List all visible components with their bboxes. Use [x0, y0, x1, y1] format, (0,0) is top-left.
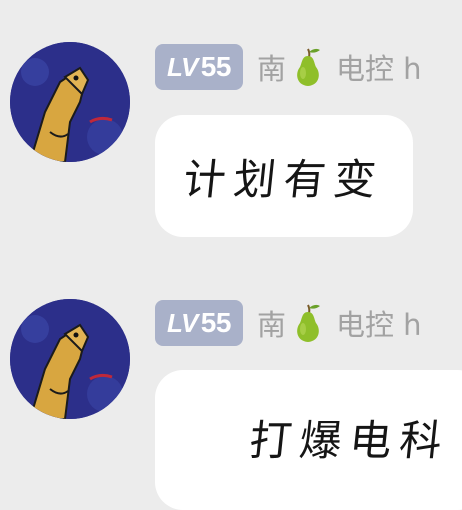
nickname-part-before: 南	[256, 308, 286, 342]
avatar[interactable]	[10, 299, 130, 419]
nickname-part-after: 电控 h	[335, 52, 422, 86]
pear-icon	[290, 301, 326, 345]
message-bubble[interactable]: 计划有变	[155, 115, 413, 237]
level-badge: LV 55	[155, 300, 243, 346]
nickname-part-after: 电控 h	[335, 308, 422, 342]
message-text: 打爆电科	[247, 415, 453, 465]
nickname-part-before: 南	[256, 52, 286, 86]
level-number: 55	[200, 307, 232, 338]
nickname[interactable]: 南 电控 h	[257, 45, 422, 89]
message-text: 计划有变	[181, 154, 387, 204]
nickname[interactable]: 南 电控 h	[257, 301, 422, 345]
message-header: LV 55 南 电控 h	[155, 44, 422, 90]
message-bubble[interactable]: 打爆电科	[155, 370, 462, 510]
dog-avatar-icon	[10, 299, 130, 419]
level-badge: LV 55	[155, 44, 243, 90]
message-header: LV 55 南 电控 h	[155, 300, 422, 346]
level-prefix: LV	[167, 307, 198, 338]
level-number: 55	[200, 51, 232, 82]
dog-avatar-icon	[10, 42, 130, 162]
pear-icon	[290, 45, 326, 89]
chat-message: LV 55 南 电控 h 计划有变	[0, 0, 462, 250]
chat-message: LV 55 南 电控 h 打爆电科	[0, 255, 462, 510]
level-prefix: LV	[167, 51, 198, 82]
avatar[interactable]	[10, 42, 130, 162]
